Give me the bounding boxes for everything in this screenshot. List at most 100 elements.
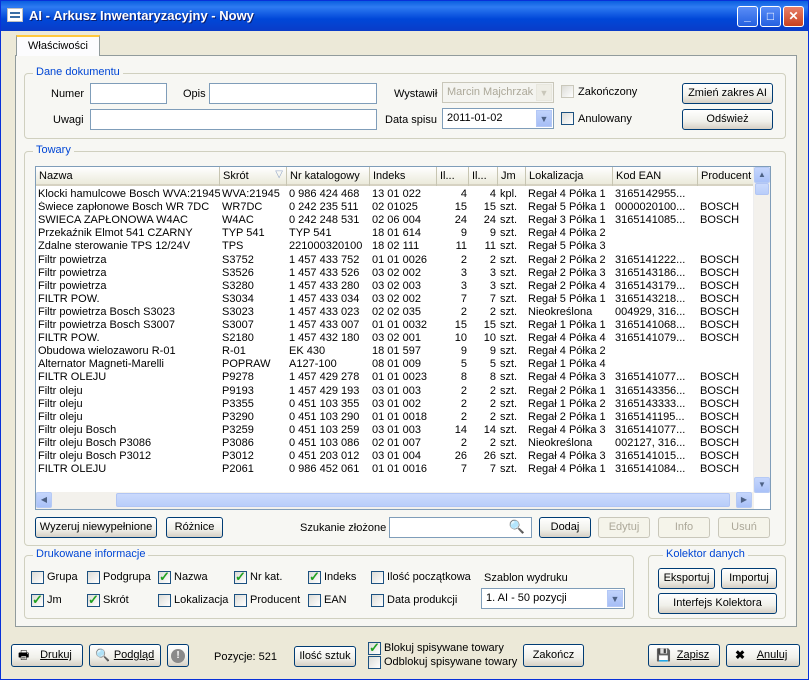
usun-button[interactable]: Usuń xyxy=(718,517,770,538)
title-bar[interactable]: AI - Arkusz Inwentaryzacyjny - Nowy _ □ … xyxy=(1,1,808,31)
column-header[interactable]: Il... xyxy=(437,167,469,186)
table-row[interactable]: Filtr oleju Bosch P3086 P3086 0 451 103 08… xyxy=(36,437,754,450)
info-round-button[interactable]: ! xyxy=(167,644,189,667)
wyzeruj-button[interactable]: Wyzeruj niewypełnione xyxy=(35,517,157,538)
table-cell: 3165143356... xyxy=(615,384,686,397)
print-option-checkbox[interactable] xyxy=(371,571,384,584)
table-row[interactable]: Filtr oleju Bosch P3259 0 451 103 259 03 01… xyxy=(36,424,754,437)
table-row[interactable]: Filtr powietrza Bosch S3023 S3023 1 457 43… xyxy=(36,306,754,319)
table-row[interactable]: FILTR OLEJU P9278 1 457 429 278 01 01 0023 8… xyxy=(36,371,754,384)
table-cell: TYP 541 xyxy=(289,227,332,240)
column-header[interactable]: Producent xyxy=(698,167,754,186)
scroll-up-icon[interactable]: ▲ xyxy=(754,167,770,183)
importuj-button[interactable]: Importuj xyxy=(721,568,777,589)
szukanie-input[interactable]: 🔍 xyxy=(389,517,532,538)
minimize-button[interactable]: _ xyxy=(737,6,758,27)
zmien-zakres-button[interactable]: Zmień zakres AI xyxy=(682,83,773,104)
table-row[interactable]: Filtr oleju P9193 1 457 429 193 03 01 003 2 2… xyxy=(36,385,754,398)
print-option-checkbox[interactable] xyxy=(31,571,44,584)
vertical-scrollbar[interactable]: ▲ ▼ xyxy=(753,167,770,493)
scroll-right-icon[interactable]: ▶ xyxy=(736,492,752,508)
table-row[interactable]: Filtr powietrza S3280 1 457 433 280 03 02 0… xyxy=(36,280,754,293)
print-option-checkbox[interactable] xyxy=(158,569,171,585)
table-row[interactable]: FILTR POW. S3034 1 457 433 034 03 02 002 7 7 s… xyxy=(36,293,754,306)
print-option-checkbox[interactable] xyxy=(31,592,44,608)
data-spisu-picker[interactable]: 2011-01-02 ▼ xyxy=(442,108,554,129)
print-option-checkbox[interactable] xyxy=(87,571,100,584)
numer-input[interactable] xyxy=(90,83,167,104)
column-header[interactable]: Jm xyxy=(498,167,526,186)
edytuj-button[interactable]: Edytuj xyxy=(598,517,650,538)
zakoncz-button[interactable]: Zakończ xyxy=(523,644,584,667)
table-cell: 7 xyxy=(460,463,467,476)
roznice-button[interactable]: Różnice xyxy=(166,517,223,538)
anulowany-checkbox[interactable] xyxy=(561,112,574,125)
column-header[interactable]: Skrót ▽ xyxy=(220,167,287,186)
interfejs-kolektora-button[interactable]: Interfejs Kolektora xyxy=(658,593,777,614)
zakonczony-checkbox[interactable] xyxy=(561,85,574,98)
odswiez-button[interactable]: Odśwież xyxy=(682,109,773,130)
table-cell: szt. xyxy=(500,253,518,266)
table-row[interactable]: Alternator Magneti-Marelli POPRAW A127-100… xyxy=(36,358,754,371)
blokuj-checkbox[interactable] xyxy=(368,640,381,656)
table-cell: 15 xyxy=(454,201,467,214)
drukuj-button[interactable]: 🖶 Drukuj xyxy=(11,644,83,667)
table-cell: 15 xyxy=(483,201,496,214)
print-option-checkbox[interactable] xyxy=(371,594,384,607)
search-icon[interactable]: 🔍 xyxy=(509,519,525,535)
print-option-checkbox[interactable] xyxy=(158,594,171,607)
tab-wlasciwosci[interactable]: Właściwości xyxy=(16,35,100,56)
horizontal-scroll-thumb[interactable] xyxy=(116,493,730,507)
scroll-left-icon[interactable]: ◀ xyxy=(36,492,52,508)
table-cell: EK 430 xyxy=(289,345,326,358)
print-option-checkbox[interactable] xyxy=(308,569,321,585)
table-row[interactable]: Obudowa wielozaworu R-01 R-01 EK 430 18 01 … xyxy=(36,345,754,358)
table-row[interactable]: FILTR OLEJU P2061 0 986 452 061 01 01 0016 7… xyxy=(36,463,754,476)
towary-grid[interactable]: Nazwa Skrót ▽ Nr katalogowy Indeks Il... Il...… xyxy=(35,166,771,510)
table-row[interactable]: FILTR POW. S2180 1 457 432 180 03 02 001 10 1… xyxy=(36,332,754,345)
info-button[interactable]: Info xyxy=(658,517,710,538)
table-row[interactable]: Przekaźnik Elmot 541 CZARNY TYP 541 TYP 54… xyxy=(36,227,754,240)
scroll-down-icon[interactable]: ▼ xyxy=(754,477,770,493)
chevron-down-icon[interactable]: ▼ xyxy=(536,110,552,127)
print-option-checkbox[interactable] xyxy=(234,594,247,607)
table-row[interactable]: Filtr powietrza S3526 1 457 433 526 03 02 0… xyxy=(36,267,754,280)
table-row[interactable]: Filtr oleju P3355 0 451 103 355 03 01 002 2 2… xyxy=(36,398,754,411)
column-header[interactable]: Nazwa xyxy=(36,167,220,186)
print-option-label: Nazwa xyxy=(174,571,208,583)
odblokuj-checkbox[interactable] xyxy=(368,656,381,669)
info-icon: ! xyxy=(171,649,185,663)
column-header[interactable]: Kod EAN xyxy=(613,167,698,186)
uwagi-input[interactable] xyxy=(90,109,377,130)
table-row[interactable]: Filtr oleju P3290 0 451 103 290 01 01 0018 2… xyxy=(36,411,754,424)
dodaj-button[interactable]: Dodaj xyxy=(539,517,591,538)
maximize-button[interactable]: □ xyxy=(760,6,781,27)
column-header[interactable]: Lokalizacja xyxy=(526,167,613,186)
column-header[interactable]: Nr katalogowy xyxy=(287,167,370,186)
table-cell: 18 01 614 xyxy=(372,227,421,240)
szablon-combo[interactable]: 1. AI - 50 pozycji ▼ xyxy=(481,588,625,609)
table-row[interactable]: Świece zapłonowe Bosch WR 7DC WR7DC 0 242 … xyxy=(36,201,754,214)
table-row[interactable]: Filtr powietrza S3752 1 457 433 752 01 01 0… xyxy=(36,254,754,267)
print-option-checkbox[interactable] xyxy=(234,569,247,585)
opis-input[interactable] xyxy=(209,83,377,104)
print-option-checkbox[interactable] xyxy=(308,594,321,607)
table-row[interactable]: SWIECA ZAPŁONOWA W4AC W4AC 0 242 248 531 02… xyxy=(36,214,754,227)
sort-filter-icon[interactable]: ▽ xyxy=(275,169,283,180)
vertical-scroll-thumb[interactable] xyxy=(755,183,769,195)
anuluj-button[interactable]: ✖ Anuluj xyxy=(726,644,800,667)
column-header[interactable]: Indeks xyxy=(370,167,437,186)
table-row[interactable]: Zdalne sterowanie TPS 12/24V TPS 221000320… xyxy=(36,240,754,253)
table-row[interactable]: Filtr oleju Bosch P3012 P3012 0 451 203 01… xyxy=(36,450,754,463)
ilosc-sztuk-button[interactable]: Ilość sztuk xyxy=(294,646,356,667)
eksportuj-button[interactable]: Eksportuj xyxy=(658,568,715,589)
table-row[interactable]: Klocki hamulcowe Bosch WVA:21945 WVA:2194… xyxy=(36,188,754,201)
horizontal-scrollbar[interactable]: ◀ ▶ xyxy=(36,492,754,509)
column-header[interactable]: Il... xyxy=(469,167,498,186)
table-row[interactable]: Filtr powietrza Bosch S3007 S3007 1 457 43… xyxy=(36,319,754,332)
print-option-checkbox[interactable] xyxy=(87,592,100,608)
podglad-button[interactable]: 🔍 Podgląd xyxy=(89,644,161,667)
zapisz-button[interactable]: 💾 Zapisz xyxy=(648,644,720,667)
chevron-down-icon[interactable]: ▼ xyxy=(607,590,623,607)
close-button[interactable]: ✕ xyxy=(783,6,804,27)
